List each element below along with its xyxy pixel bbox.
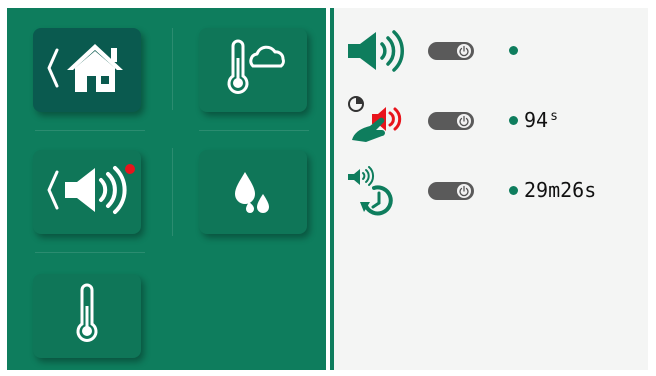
setting-row-timer-alarm: 94 s (334, 96, 648, 146)
speaker-repeat-icon (344, 166, 416, 216)
back-speaker-icon (41, 158, 133, 226)
tile-temperature[interactable] (33, 274, 141, 358)
tile-outdoor-temperature[interactable] (199, 28, 307, 112)
status-dot (509, 116, 518, 125)
tile-humidity[interactable] (199, 150, 307, 234)
status-dot (509, 186, 518, 195)
back-home-icon (41, 36, 133, 104)
divider (35, 130, 145, 131)
power-icon (457, 184, 471, 198)
thermometer-cloud-icon (213, 36, 293, 104)
thermometer-icon (67, 282, 107, 350)
divider (199, 130, 309, 131)
setting-value: 29m26s (524, 178, 597, 202)
water-drops-icon (223, 160, 283, 224)
timer-touch-alarm-icon (344, 96, 416, 146)
screen: 94 s 29m26s (0, 0, 656, 376)
power-icon (457, 44, 471, 58)
setting-value-unit: s (550, 109, 558, 124)
status-dot (509, 46, 518, 55)
divider (172, 148, 173, 236)
tile-home[interactable] (33, 28, 141, 112)
setting-value: 94 s (524, 108, 558, 132)
settings-panel: 94 s 29m26s (334, 8, 648, 370)
notification-badge (125, 164, 135, 174)
power-toggle[interactable] (428, 182, 474, 200)
setting-row-sound (334, 26, 648, 76)
setting-value-number: 94 (524, 108, 549, 132)
tile-sound[interactable] (33, 150, 141, 234)
power-toggle[interactable] (428, 42, 474, 60)
power-icon (457, 114, 471, 128)
setting-row-repeat: 29m26s (334, 166, 648, 216)
divider (172, 28, 173, 110)
divider (35, 252, 145, 253)
speaker-on-icon (344, 26, 416, 76)
menu-panel (7, 8, 327, 370)
power-toggle[interactable] (428, 112, 474, 130)
